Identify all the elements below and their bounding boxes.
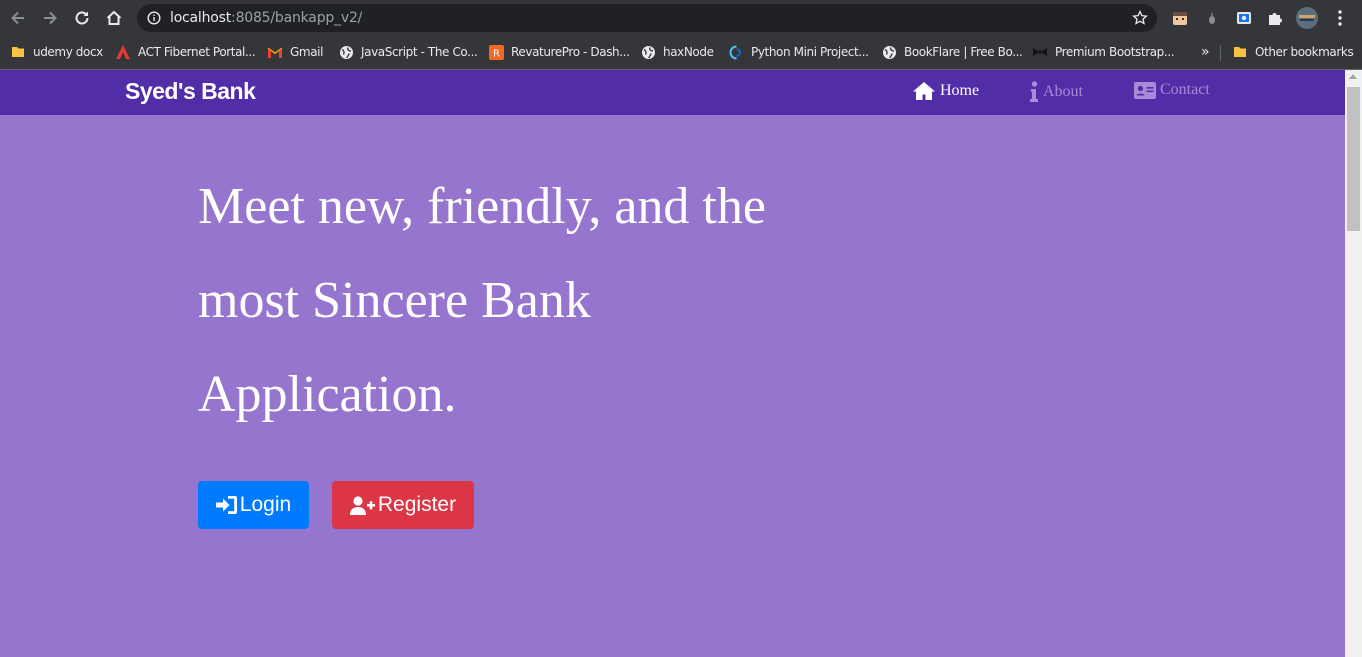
site-navbar: Syed's Bank Home About Contact <box>0 70 1345 115</box>
bookmark-python-mini-project[interactable]: Python Mini Project... <box>728 42 869 62</box>
bookmarks-overflow-button[interactable]: » <box>1201 42 1210 62</box>
address-bar[interactable]: localhost:8085/bankapp_v2/ <box>137 4 1157 32</box>
arrow-left-icon <box>11 11 24 25</box>
home-icon <box>913 82 935 100</box>
bookmarks-bar: udemy docx ACT Fibernet Portal... Gmail … <box>0 36 1362 70</box>
reload-button[interactable] <box>71 7 93 29</box>
info-icon <box>1030 81 1038 102</box>
extension-bottle-icon[interactable] <box>1201 7 1223 29</box>
gmail-icon <box>267 44 283 60</box>
act-logo-icon <box>115 44 131 60</box>
scrollbar-thumb[interactable] <box>1347 87 1360 231</box>
hero-title: Meet new, friendly, and the most Sincere… <box>198 178 766 423</box>
bookmark-bookflare[interactable]: BookFlare | Free Bo... <box>881 42 1023 62</box>
bookmark-other-bookmarks[interactable]: Other bookmarks <box>1232 42 1354 62</box>
bookmark-haxnode[interactable]: haxNode <box>640 42 714 62</box>
page-scrollbar[interactable] <box>1345 70 1362 657</box>
site-info-icon <box>147 11 161 25</box>
brand-logo-text[interactable]: Syed's Bank <box>125 78 256 105</box>
python-icon <box>728 44 744 60</box>
bookmarks-divider <box>1220 45 1221 61</box>
home-browser-button[interactable] <box>103 7 125 29</box>
bookmark-revaturepro[interactable]: R RevaturePro - Dash... <box>488 42 630 62</box>
folder-icon <box>10 44 26 60</box>
svg-text:R: R <box>493 48 500 59</box>
register-button[interactable]: Register <box>332 481 474 529</box>
globe-icon <box>338 44 354 60</box>
back-button[interactable] <box>7 7 29 29</box>
extensions-puzzle-icon[interactable] <box>1264 7 1286 29</box>
nav-link-contact[interactable]: Contact <box>1134 81 1210 99</box>
profile-avatar[interactable] <box>1296 7 1318 29</box>
sign-in-icon <box>215 496 237 514</box>
url-text: localhost:8085/bankapp_v2/ <box>170 10 363 26</box>
user-plus-icon <box>349 495 375 515</box>
bookmark-act-fibernet[interactable]: ACT Fibernet Portal... <box>115 42 256 62</box>
browser-menu-button[interactable] <box>1329 7 1351 29</box>
bookmark-javascript[interactable]: JavaScript - The Co... <box>338 42 478 62</box>
bookmark-star-icon[interactable] <box>1132 10 1148 26</box>
kebab-menu-icon <box>1338 10 1342 26</box>
bookmark-premium-bootstrap[interactable]: Premium Bootstrap... <box>1032 42 1175 62</box>
extension-face-icon[interactable] <box>1169 7 1191 29</box>
nav-link-home[interactable]: Home <box>912 81 979 101</box>
globe-icon <box>640 44 656 60</box>
id-card-icon <box>1134 81 1156 99</box>
scroll-up-arrow-icon[interactable] <box>1349 74 1357 79</box>
home-outline-icon <box>106 10 122 25</box>
arrow-right-icon <box>44 11 57 25</box>
reload-icon <box>75 11 89 25</box>
bowtie-icon <box>1032 44 1048 60</box>
nav-link-about[interactable]: About <box>1030 81 1083 103</box>
bookmark-udemy-docx[interactable]: udemy docx <box>10 42 103 62</box>
browser-toolbar: localhost:8085/bankapp_v2/ <box>0 0 1362 36</box>
login-button[interactable]: Login <box>198 481 309 529</box>
globe-icon <box>881 44 897 60</box>
extension-screen-icon[interactable] <box>1233 7 1255 29</box>
forward-button[interactable] <box>39 7 61 29</box>
bookmark-gmail[interactable]: Gmail <box>267 42 323 62</box>
folder-icon <box>1232 44 1248 60</box>
revature-icon: R <box>488 44 504 60</box>
